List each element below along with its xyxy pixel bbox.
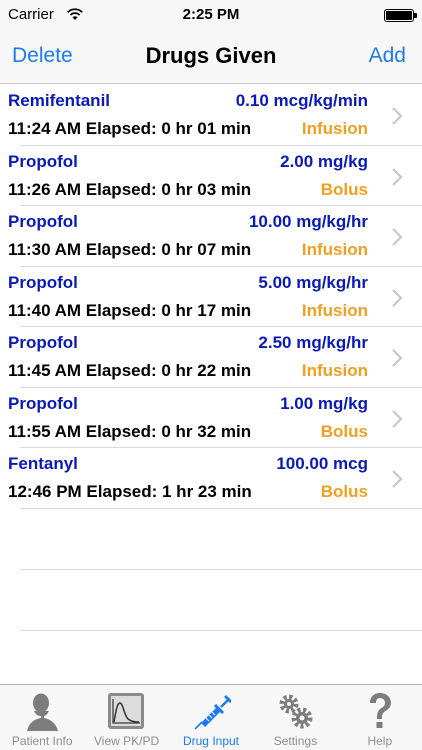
dose-time: 11:55 AM Elapsed: 0 hr 32 min bbox=[8, 421, 252, 441]
dose-time: 12:46 PM Elapsed: 1 hr 23 min bbox=[8, 482, 252, 501]
drug-list: Remifentanil 0.10 mcg/kg/min 11:24 AM El… bbox=[0, 85, 422, 509]
drug-name: Propofol bbox=[8, 393, 78, 413]
chevron-right-icon bbox=[392, 228, 403, 246]
list-item[interactable]: Propofol 10.00 mg/kg/hr 11:30 AM Elapsed… bbox=[0, 206, 422, 267]
list-item[interactable]: Propofol 1.00 mg/kg 11:55 AM Elapsed: 0 … bbox=[0, 388, 422, 449]
drug-name: Fentanyl bbox=[8, 454, 78, 473]
tab-patient-info[interactable]: Patient Info bbox=[0, 685, 84, 750]
navigation-bar: Delete Drugs Given Add bbox=[0, 30, 422, 84]
list-item[interactable]: Propofol 2.50 mg/kg/hr 11:45 AM Elapsed:… bbox=[0, 327, 422, 388]
tab-label: Drug Input bbox=[182, 734, 240, 748]
add-button[interactable]: Add bbox=[369, 44, 406, 68]
drug-name: Remifentanil bbox=[8, 91, 111, 110]
dose-time: 11:45 AM Elapsed: 0 hr 22 min bbox=[8, 361, 252, 380]
tab-settings[interactable]: Settings bbox=[253, 685, 337, 750]
drug-dose: 5.00 mg/kg/hr bbox=[258, 272, 368, 292]
dose-time: 11:24 AM Elapsed: 0 hr 01 min bbox=[8, 119, 252, 138]
graph-icon bbox=[108, 693, 145, 729]
tab-label: Help bbox=[367, 734, 393, 748]
tab-bar: Patient Info View PK/PD Drug Input Setti… bbox=[0, 684, 422, 750]
dose-type: Infusion bbox=[301, 119, 368, 138]
dose-type: Infusion bbox=[301, 300, 368, 320]
tab-drug-input[interactable]: Drug Input bbox=[169, 685, 253, 750]
list-item[interactable]: Remifentanil 0.10 mcg/kg/min 11:24 AM El… bbox=[0, 85, 422, 146]
drug-name: Propofol bbox=[8, 272, 78, 292]
chevron-right-icon bbox=[392, 288, 403, 307]
drug-dose: 2.00 mg/kg bbox=[280, 151, 368, 171]
syringe-icon bbox=[194, 694, 231, 730]
dose-type: Bolus bbox=[320, 482, 368, 501]
empty-row-divider bbox=[20, 630, 422, 631]
list-item[interactable]: Propofol 2.00 mg/kg 11:26 AM Elapsed: 0 … bbox=[0, 146, 422, 207]
dose-type: Bolus bbox=[320, 421, 368, 441]
dose-type: Bolus bbox=[320, 179, 368, 199]
chevron-right-icon bbox=[392, 107, 403, 125]
empty-row-divider bbox=[20, 569, 422, 570]
drug-name: Propofol bbox=[8, 151, 78, 171]
person-icon bbox=[27, 693, 58, 731]
status-bar: Carrier 2:25 PM bbox=[0, 0, 422, 30]
battery-icon bbox=[384, 9, 417, 22]
dose-time: 11:40 AM Elapsed: 0 hr 17 min bbox=[8, 300, 252, 320]
dose-time: 11:30 AM Elapsed: 0 hr 07 min bbox=[8, 240, 252, 259]
tab-view-pkpd[interactable]: View PK/PD bbox=[84, 685, 168, 750]
drug-dose: 100.00 mcg bbox=[276, 454, 368, 473]
gears-icon bbox=[279, 694, 313, 729]
tab-label: View PK/PD bbox=[94, 734, 160, 748]
status-time: 2:25 PM bbox=[182, 6, 240, 23]
drug-dose: 1.00 mg/kg bbox=[280, 393, 368, 413]
chevron-right-icon bbox=[392, 409, 403, 428]
dose-type: Infusion bbox=[301, 240, 368, 259]
chevron-right-icon bbox=[392, 167, 403, 186]
drug-name: Propofol bbox=[8, 212, 78, 231]
drug-dose: 0.10 mcg/kg/min bbox=[235, 91, 368, 110]
tab-label: Patient Info bbox=[11, 734, 73, 748]
drug-dose: 2.50 mg/kg/hr bbox=[258, 333, 368, 352]
list-item[interactable]: Propofol 5.00 mg/kg/hr 11:40 AM Elapsed:… bbox=[0, 267, 422, 328]
dose-time: 11:26 AM Elapsed: 0 hr 03 min bbox=[8, 179, 252, 199]
page-title: Drugs Given bbox=[145, 43, 277, 68]
tab-label: Settings bbox=[273, 734, 318, 748]
tab-help[interactable]: Help bbox=[338, 685, 422, 750]
chevron-right-icon bbox=[392, 349, 403, 367]
list-item[interactable]: Fentanyl 100.00 mcg 12:46 PM Elapsed: 1 … bbox=[0, 448, 422, 509]
question-icon bbox=[369, 693, 391, 728]
drug-name: Propofol bbox=[8, 333, 78, 352]
drug-dose: 10.00 mg/kg/hr bbox=[248, 212, 368, 231]
dose-type: Infusion bbox=[301, 361, 368, 380]
chevron-right-icon bbox=[392, 470, 403, 488]
